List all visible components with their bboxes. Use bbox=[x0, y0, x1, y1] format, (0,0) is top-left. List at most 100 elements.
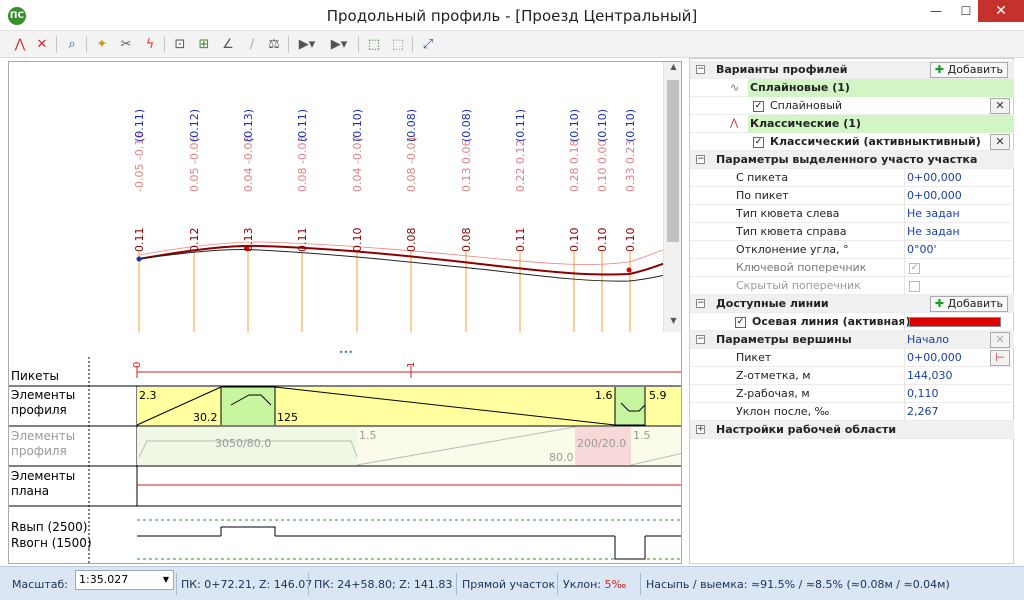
gray-element-value: 200/20.0 bbox=[577, 437, 626, 450]
element-value: 30.2 bbox=[193, 411, 218, 424]
workspace-section[interactable]: + Настройки рабочей области bbox=[690, 421, 1014, 439]
variants-section[interactable]: − Варианты профилей ✚ Добавить bbox=[690, 61, 1014, 79]
axis-line-color-swatch[interactable] bbox=[909, 317, 1001, 327]
param-row: Скрытый поперечник bbox=[690, 277, 1014, 295]
params-section[interactable]: − Параметры выделенного участо участка bbox=[690, 151, 1014, 169]
lightning-icon[interactable]: ϟ bbox=[140, 35, 160, 54]
param-row[interactable]: Тип кювета справа Не задан bbox=[690, 223, 1014, 241]
picket-mark-1: 1 bbox=[406, 362, 417, 368]
picket-label: (0.10) bbox=[568, 109, 581, 142]
start-vertex[interactable] bbox=[136, 256, 142, 262]
add-vertex-icon[interactable]: ⋀ bbox=[10, 35, 30, 54]
picket-label: 0.10 bbox=[351, 228, 364, 253]
element-value: 5.9 bbox=[649, 389, 667, 402]
delete-classic-button[interactable]: ✕ bbox=[990, 134, 1010, 150]
element-value: 2.3 bbox=[139, 389, 157, 402]
picket-label: 0.04 -0.07 bbox=[351, 136, 364, 192]
band-label-profile-elements-gray: Элементы профиля bbox=[11, 429, 76, 458]
ground-line bbox=[138, 248, 670, 282]
minimize-button[interactable]: — bbox=[922, 0, 950, 22]
collapse-icon[interactable]: − bbox=[696, 65, 705, 74]
scroll-up-arrow-icon[interactable]: ▲ bbox=[664, 62, 681, 77]
picket-label: (0.11) bbox=[133, 109, 146, 142]
step-dropdown-icon[interactable]: ▶▾ bbox=[326, 35, 352, 54]
key-cross-section-checkbox[interactable]: ✓ bbox=[909, 263, 920, 274]
classic-item-row[interactable]: ✓ Классический (активныктивный) ✕ bbox=[690, 133, 1014, 151]
scrollbar-thumb[interactable] bbox=[667, 80, 679, 242]
angle-icon[interactable]: ∠ bbox=[218, 35, 238, 54]
toolbar-separator bbox=[288, 36, 289, 53]
axis-line-checkbox[interactable]: ✓ bbox=[735, 317, 746, 328]
vertex-section[interactable]: − Параметры вершины Начало ✕ bbox=[690, 331, 1014, 349]
vertex-row[interactable]: Уклон после, ‰ 2,267 bbox=[690, 403, 1014, 421]
vertical-splitter[interactable] bbox=[684, 61, 688, 564]
picket-label: 0.04 -0.08 bbox=[242, 136, 255, 192]
gray-element-value: 80.0 bbox=[549, 451, 574, 464]
spline-group-row[interactable]: ∿ Сплайновые (1) bbox=[690, 79, 1014, 97]
collapse-icon[interactable]: − bbox=[696, 299, 705, 308]
classic-checkbox[interactable]: ✓ bbox=[753, 137, 764, 148]
picket-label: 0.08 bbox=[405, 228, 418, 253]
pick-picket-icon[interactable]: ⊢ bbox=[990, 350, 1010, 366]
classic-profile-icon: ⋀ bbox=[730, 118, 739, 129]
param-row[interactable]: С пикета 0+00,000 bbox=[690, 169, 1014, 187]
close-button[interactable]: ✕ bbox=[978, 0, 1024, 22]
profile-plot[interactable]: 0.11-0.05 -0.16(0.11)0.120.05 -0.06(0.12… bbox=[9, 62, 682, 351]
vertex-row[interactable]: Пикет 0+00,000 ⊢ bbox=[690, 349, 1014, 367]
maximize-button[interactable]: ☐ bbox=[952, 0, 980, 22]
scroll-down-arrow-icon[interactable]: ▼ bbox=[664, 316, 681, 331]
add-variant-button[interactable]: ✚ Добавить bbox=[929, 62, 1008, 78]
collapse-icon[interactable]: − bbox=[696, 155, 705, 164]
pencil-icon[interactable]: ∕ bbox=[242, 35, 262, 54]
param-row[interactable]: Отклонение угла, ° 0°00' bbox=[690, 241, 1014, 259]
deselect-icon[interactable]: ⬚ bbox=[388, 35, 408, 54]
point-icon[interactable]: ⊡ bbox=[170, 35, 190, 54]
expand-icon[interactable]: + bbox=[696, 425, 705, 434]
axis-line-row[interactable]: ✓ Осевая линия (активная) bbox=[690, 313, 1014, 331]
picket-label: 0.11 bbox=[133, 228, 146, 253]
lines-section[interactable]: − Доступные линии ✚ Добавить bbox=[690, 295, 1014, 313]
delete-vertex-icon[interactable]: ✕ bbox=[32, 35, 52, 54]
toolbar-separator bbox=[164, 36, 165, 53]
segment-type: Прямой участок bbox=[462, 578, 556, 591]
vertex-row[interactable]: Z-отметка, м 144,030 bbox=[690, 367, 1014, 385]
picket-label: 0.10 bbox=[624, 228, 637, 253]
param-row[interactable]: По пикет 0+00,000 bbox=[690, 187, 1014, 205]
band-label-profile-elements: Элементы профиля bbox=[11, 388, 76, 417]
plot-vertical-scrollbar[interactable]: ▲ ▼ bbox=[663, 62, 681, 332]
properties-panel: − Варианты профилей ✚ Добавить ∿ Сплайно… bbox=[689, 58, 1014, 564]
z-cursor-value: 146.07 bbox=[273, 578, 313, 591]
profile-vertex[interactable] bbox=[626, 267, 632, 273]
grid-points-icon[interactable]: ⊞ bbox=[194, 35, 214, 54]
scale-select[interactable]: 1:35.027 ▼ bbox=[75, 570, 174, 590]
profile-view: 0.11 -0.05 -0.16 (0.11) 0.12 0.05 -0.06 (0.12… bbox=[8, 61, 682, 564]
gray-element-value: 1.5 bbox=[359, 429, 377, 442]
picket-label: 0.05 -0.06 bbox=[188, 136, 201, 192]
cut-icon[interactable]: ✂ bbox=[116, 35, 136, 54]
z-label: Z: bbox=[259, 578, 271, 591]
fit-view-icon[interactable]: ⤢ bbox=[418, 35, 438, 54]
param-row[interactable]: Тип кювета слева Не задан bbox=[690, 205, 1014, 223]
wand-icon[interactable]: ✦ bbox=[92, 35, 112, 54]
picket-label: (0.10) bbox=[351, 109, 364, 142]
add-line-button[interactable]: ✚ Добавить bbox=[929, 296, 1008, 312]
collapse-icon[interactable]: − bbox=[696, 335, 705, 344]
spline-item-row[interactable]: ✓ Сплайновый ✕ bbox=[690, 97, 1014, 115]
run-dropdown-icon[interactable]: ▶▾ bbox=[294, 35, 320, 54]
spline-checkbox[interactable]: ✓ bbox=[753, 101, 764, 112]
delete-vertex-button[interactable]: ✕ bbox=[990, 332, 1010, 348]
select-area-icon[interactable]: ⬚ bbox=[364, 35, 384, 54]
chevron-down-icon[interactable]: ▼ bbox=[163, 571, 169, 589]
band-label-rvogn: Rвогн (1500) bbox=[11, 536, 92, 550]
delete-spline-button[interactable]: ✕ bbox=[990, 98, 1010, 114]
picket-label: (0.08) bbox=[405, 109, 418, 142]
balance-icon[interactable]: ⚖ bbox=[264, 35, 284, 54]
classic-group-row[interactable]: ⋀ Классические (1) bbox=[690, 115, 1014, 133]
hidden-cross-section-checkbox[interactable] bbox=[909, 281, 920, 292]
picket-label: (0.10) bbox=[624, 109, 637, 142]
toolbar-separator bbox=[412, 36, 413, 53]
vertex-row[interactable]: Z-рабочая, м 0,110 bbox=[690, 385, 1014, 403]
zoom-icon[interactable]: ⌕ bbox=[62, 35, 82, 54]
picket-label: 0.13 0.06 bbox=[460, 140, 473, 192]
picket-label: 0.10 0.00 bbox=[596, 140, 609, 192]
